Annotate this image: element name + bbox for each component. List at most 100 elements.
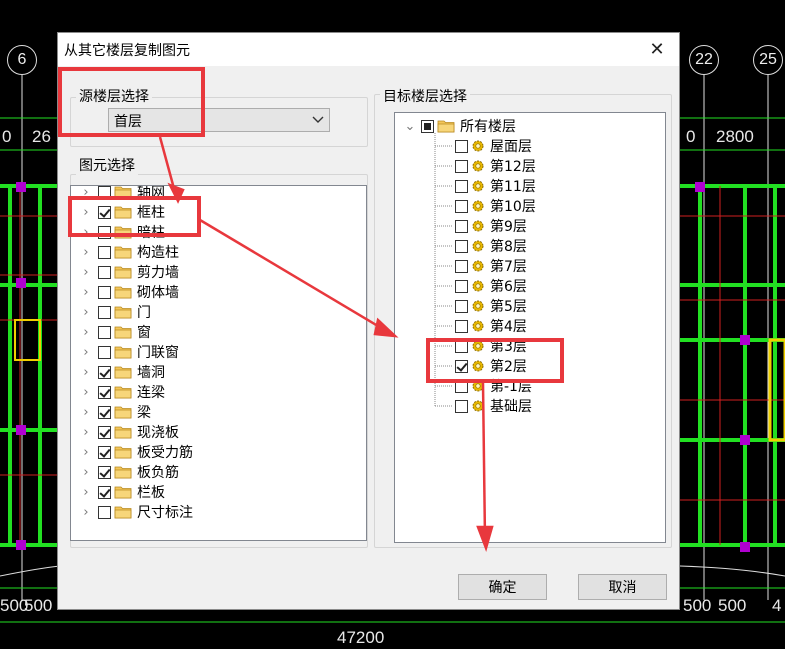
folder-icon: [114, 365, 132, 379]
cad-dim-top: 2800: [716, 127, 754, 146]
checkbox[interactable]: [455, 179, 468, 193]
floor-gear-icon: [471, 239, 485, 253]
floor-tree-item[interactable]: 第5层: [455, 296, 527, 316]
folder-icon: [114, 485, 132, 499]
floor-tree-item[interactable]: 第8层: [455, 236, 527, 256]
element-tree-item-label: 剪力墙: [137, 265, 179, 281]
element-tree-item[interactable]: › 现浇板: [79, 422, 179, 442]
checkbox[interactable]: [455, 299, 468, 313]
floor-gear-icon: [471, 199, 485, 213]
floor-tree-item[interactable]: 第7层: [455, 256, 527, 276]
axis-bubble-25: 25: [753, 45, 783, 75]
floor-gear-icon: [471, 219, 485, 233]
chevron-right-icon[interactable]: ›: [79, 465, 93, 480]
element-tree[interactable]: › 轴网 › 框柱 › 暗柱 › 构造柱 › 剪力墙 › 砌体墙 › 门 › 窗 › 门联窗 › 墙洞 › 连梁 › 梁 › 现浇…: [70, 185, 367, 541]
cancel-button[interactable]: 取消: [578, 574, 667, 600]
folder-icon: [114, 425, 132, 439]
floor-tree-item[interactable]: 第9层: [455, 216, 527, 236]
checkbox[interactable]: [455, 399, 468, 413]
folder-icon: [114, 305, 132, 319]
chevron-right-icon[interactable]: ›: [79, 265, 93, 280]
checkbox[interactable]: [455, 139, 468, 153]
floor-tree-item[interactable]: 第12层: [455, 156, 536, 176]
checkbox[interactable]: [98, 405, 111, 419]
checkbox[interactable]: [98, 425, 111, 439]
element-tree-item[interactable]: › 尺寸标注: [79, 502, 193, 522]
checkbox[interactable]: [98, 305, 111, 319]
folder-icon: [114, 345, 132, 359]
checkbox[interactable]: [455, 199, 468, 213]
element-selection-group-label: 图元选择: [76, 155, 138, 175]
target-floor-tree[interactable]: ⌄ 所有楼层 屋面层 第12层 第11层 第10层 第9层 第8层 第7层 第6层 第5层 第4层 第3…: [394, 112, 666, 543]
checkbox[interactable]: [98, 285, 111, 299]
checkbox[interactable]: [98, 365, 111, 379]
floor-tree-item[interactable]: 屋面层: [455, 136, 532, 156]
chevron-right-icon[interactable]: ›: [79, 365, 93, 380]
folder-icon: [114, 325, 132, 339]
element-tree-item[interactable]: › 板受力筋: [79, 442, 193, 462]
chevron-right-icon[interactable]: ›: [79, 305, 93, 320]
element-tree-item[interactable]: › 门联窗: [79, 342, 179, 362]
ok-button[interactable]: 确定: [458, 574, 547, 600]
chevron-right-icon[interactable]: ›: [79, 345, 93, 360]
element-tree-item[interactable]: › 构造柱: [79, 242, 179, 262]
element-tree-item-label: 尺寸标注: [137, 505, 193, 521]
element-tree-item[interactable]: › 墙洞: [79, 362, 165, 382]
checkbox[interactable]: [455, 239, 468, 253]
chevron-right-icon[interactable]: ›: [79, 485, 93, 500]
cad-total-dimension: 47200: [337, 628, 385, 647]
checkbox[interactable]: [98, 385, 111, 399]
chevron-right-icon[interactable]: ›: [79, 385, 93, 400]
dialog-titlebar[interactable]: 从其它楼层复制图元 ✕: [58, 33, 679, 66]
checkbox[interactable]: [98, 325, 111, 339]
checkbox[interactable]: [455, 159, 468, 173]
cad-dim-top: 0: [2, 127, 12, 146]
chevron-right-icon[interactable]: ›: [79, 245, 93, 260]
axis-bubble-22: 22: [689, 45, 719, 75]
element-tree-item[interactable]: › 梁: [79, 402, 151, 422]
cad-dim-bottom: 4: [772, 596, 782, 615]
chevron-right-icon[interactable]: ›: [79, 505, 93, 520]
highlight-box-source-floor: [58, 67, 205, 137]
floor-tree-item-label: 第11层: [490, 179, 536, 195]
checkbox[interactable]: [98, 265, 111, 279]
highlight-box-floor-2: [426, 338, 564, 383]
floor-tree-item[interactable]: 第11层: [455, 176, 536, 196]
floor-tree-item-label: 第10层: [490, 199, 536, 215]
checkbox[interactable]: [455, 219, 468, 233]
checkbox[interactable]: [98, 445, 111, 459]
floor-tree-item[interactable]: 第10层: [455, 196, 536, 216]
floor-tree-item-label: 第8层: [490, 239, 527, 255]
close-icon[interactable]: ✕: [645, 37, 669, 61]
element-tree-item[interactable]: › 连梁: [79, 382, 165, 402]
chevron-right-icon[interactable]: ›: [79, 405, 93, 420]
element-tree-item-label: 现浇板: [137, 425, 179, 441]
highlight-box-frame-column: [68, 196, 201, 237]
checkbox[interactable]: [455, 279, 468, 293]
floor-gear-icon: [471, 319, 485, 333]
checkbox[interactable]: [455, 319, 468, 333]
checkbox[interactable]: [98, 345, 111, 359]
checkbox[interactable]: [98, 485, 111, 499]
checkbox[interactable]: [98, 465, 111, 479]
checkbox[interactable]: [98, 505, 111, 519]
element-tree-item[interactable]: › 栏板: [79, 482, 165, 502]
element-tree-item[interactable]: › 窗: [79, 322, 151, 342]
chevron-right-icon[interactable]: ›: [79, 425, 93, 440]
element-tree-item[interactable]: › 砌体墙: [79, 282, 179, 302]
checkbox[interactable]: [455, 259, 468, 273]
element-tree-item-label: 板受力筋: [137, 445, 193, 461]
chevron-right-icon[interactable]: ›: [79, 325, 93, 340]
floor-gear-icon: [471, 139, 485, 153]
checkbox[interactable]: [98, 245, 111, 259]
chevron-right-icon[interactable]: ›: [79, 445, 93, 460]
floor-tree-item[interactable]: 基础层: [455, 396, 532, 416]
cad-dim-top: 26: [32, 127, 51, 146]
chevron-right-icon[interactable]: ›: [79, 285, 93, 300]
floor-tree-item[interactable]: 第6层: [455, 276, 527, 296]
floor-tree-item[interactable]: 第4层: [455, 316, 527, 336]
element-tree-item[interactable]: › 剪力墙: [79, 262, 179, 282]
floor-tree-item-label: 第9层: [490, 219, 527, 235]
element-tree-item[interactable]: › 门: [79, 302, 151, 322]
element-tree-item[interactable]: › 板负筋: [79, 462, 179, 482]
